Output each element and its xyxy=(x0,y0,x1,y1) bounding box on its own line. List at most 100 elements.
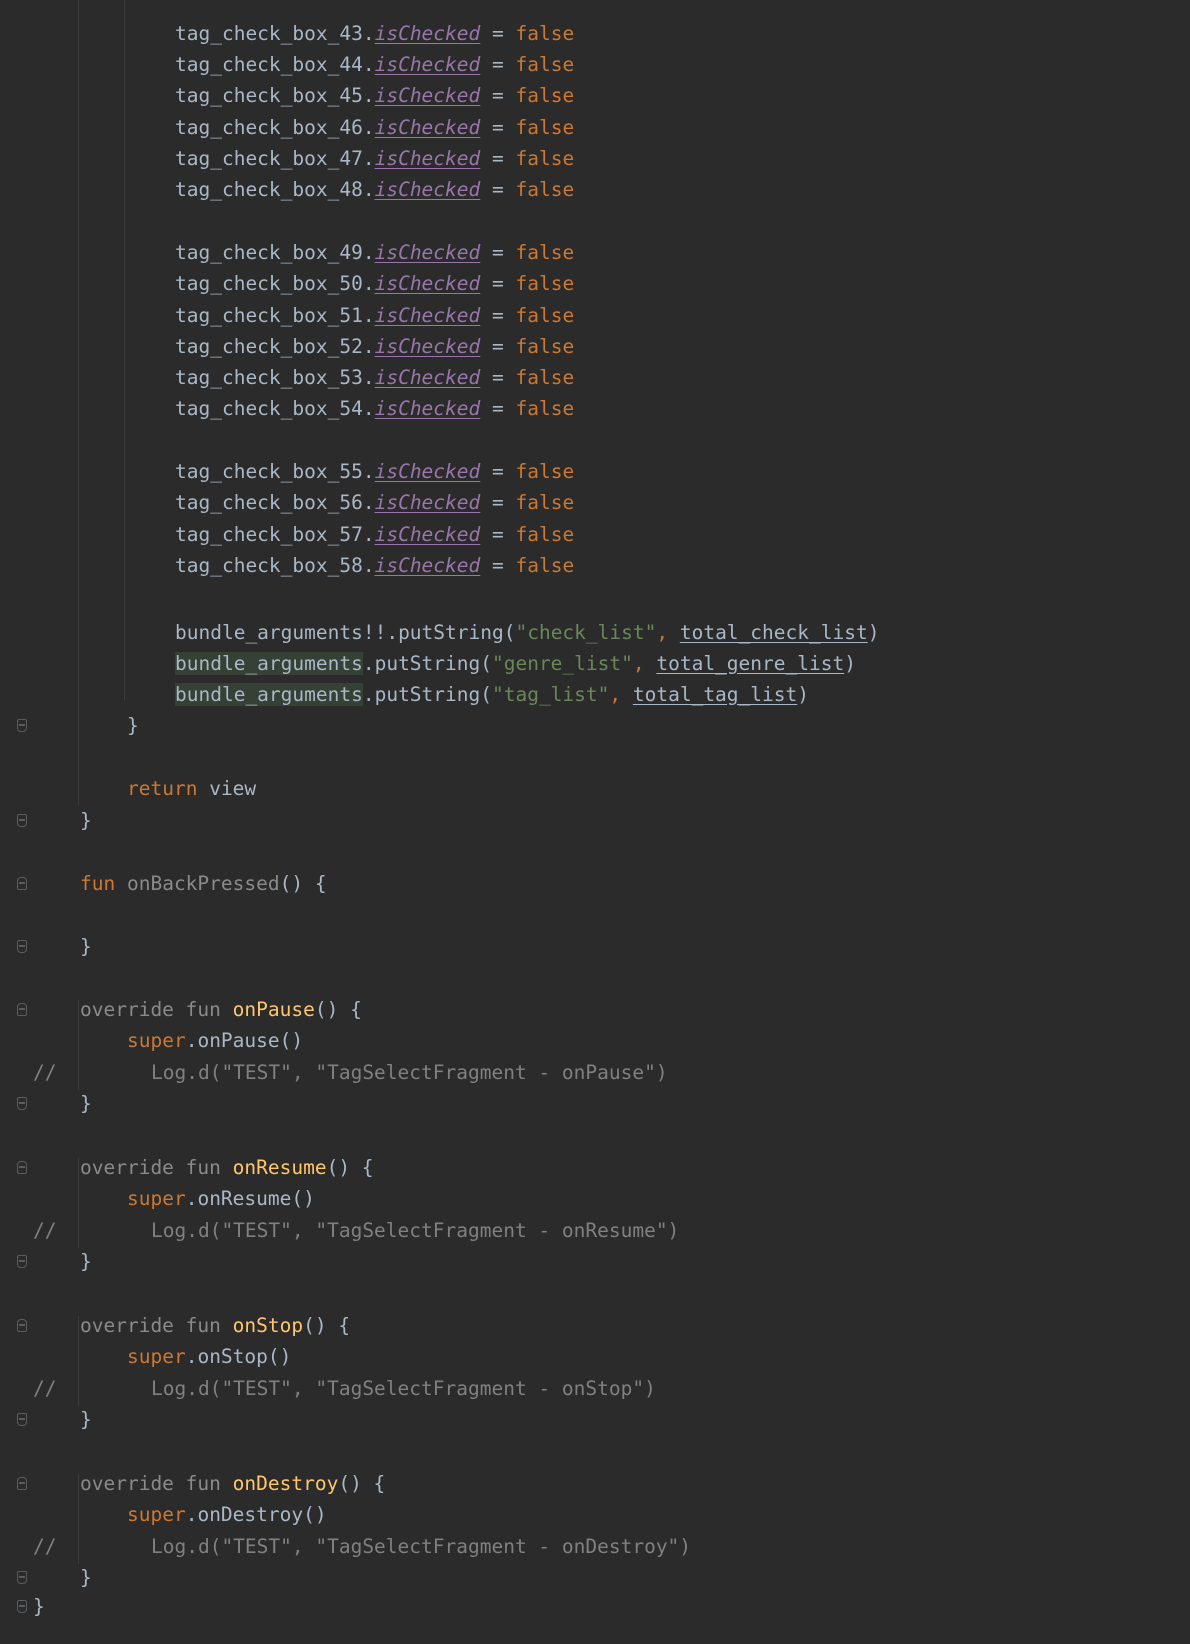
assign-op: = xyxy=(480,397,516,420)
checkbox-object: tag_check_box_51 xyxy=(175,304,363,327)
code-editor[interactable]: tag_check_box_43.isChecked = false tag_ch… xyxy=(0,0,1190,1644)
code-line-bundle-check[interactable]: bundle_arguments!!.putString("check_list… xyxy=(0,617,1190,648)
property-ref: isChecked xyxy=(374,53,481,76)
code-line-override-onpause[interactable]: override fun onPause() { xyxy=(0,994,1190,1025)
string-literal: "genre_list" xyxy=(491,652,633,675)
code-line-checkbox-assign[interactable]: tag_check_box_48.isChecked = false xyxy=(0,174,1190,205)
code-line-checkbox-assign[interactable]: tag_check_box_55.isChecked = false xyxy=(0,456,1190,487)
code-line-super-call[interactable]: super.onStop() xyxy=(0,1341,1190,1372)
code-line-checkbox-assign[interactable]: tag_check_box_47.isChecked = false xyxy=(0,143,1190,174)
bundle-object: bundle_arguments xyxy=(175,683,363,706)
code-line-override-onstop[interactable]: override fun onStop() { xyxy=(0,1310,1190,1341)
comment-text: Log.d("TEST", "TagSelectFragment - onSto… xyxy=(151,1377,656,1400)
code-line-return[interactable]: return view xyxy=(0,773,1190,804)
dot: . xyxy=(362,147,375,170)
assign-op: = xyxy=(480,178,516,201)
code-line-checkbox-assign[interactable]: tag_check_box_53.isChecked = false xyxy=(0,362,1190,393)
dot: . xyxy=(362,22,375,45)
boolean-literal: false xyxy=(515,554,575,577)
close-paren: ) xyxy=(844,652,856,675)
code-line-checkbox-assign[interactable]: tag_check_box_57.isChecked = false xyxy=(0,519,1190,550)
code-line-checkbox-assign[interactable]: tag_check_box_56.isChecked = false xyxy=(0,487,1190,518)
code-line-close-brace[interactable]: } xyxy=(0,1404,1190,1435)
boolean-literal: false xyxy=(515,84,575,107)
assign-op: = xyxy=(480,53,516,76)
boolean-literal: false xyxy=(515,147,575,170)
code-line-commented-log[interactable]: // Log.d("TEST", "TagSelectFragment - onP… xyxy=(0,1057,1190,1088)
boolean-literal: false xyxy=(515,272,575,295)
code-line-checkbox-assign[interactable]: tag_check_box_54.isChecked = false xyxy=(0,393,1190,424)
code-line-super-call[interactable]: super.onPause() xyxy=(0,1025,1190,1056)
keyword-fun: fun xyxy=(80,872,116,895)
assign-op: = xyxy=(480,554,516,577)
code-line-fun-onbackpressed[interactable]: fun onBackPressed() { xyxy=(0,868,1190,899)
code-line-commented-log[interactable]: // Log.d("TEST", "TagSelectFragment - onD… xyxy=(0,1531,1190,1562)
function-name: onStop xyxy=(232,1314,304,1337)
super-method: onPause xyxy=(197,1029,280,1052)
argument-ref: total_genre_list xyxy=(656,652,845,675)
super-method: onDestroy xyxy=(197,1503,304,1526)
code-line-checkbox-assign[interactable]: tag_check_box_49.isChecked = false xyxy=(0,237,1190,268)
code-line-checkbox-assign[interactable]: tag_check_box_51.isChecked = false xyxy=(0,300,1190,331)
parens: () xyxy=(303,1503,327,1526)
checkbox-object: tag_check_box_58 xyxy=(175,554,363,577)
code-line-override-onresume[interactable]: override fun onResume() { xyxy=(0,1152,1190,1183)
checkbox-object: tag_check_box_50 xyxy=(175,272,363,295)
dot: . xyxy=(362,491,375,514)
dot: . xyxy=(362,272,375,295)
assign-op: = xyxy=(480,241,516,264)
code-line-close-brace[interactable]: } xyxy=(0,710,1190,741)
code-line-checkbox-assign[interactable]: tag_check_box_58.isChecked = false xyxy=(0,550,1190,581)
code-line-close-brace[interactable]: } xyxy=(0,1088,1190,1119)
checkbox-object: tag_check_box_52 xyxy=(175,335,363,358)
code-line-super-call[interactable]: super.onResume() xyxy=(0,1183,1190,1214)
code-line-class-close-brace[interactable]: } xyxy=(0,1591,1190,1622)
assign-op: = xyxy=(480,84,516,107)
code-line-checkbox-assign[interactable]: tag_check_box_50.isChecked = false xyxy=(0,268,1190,299)
boolean-literal: false xyxy=(515,304,575,327)
dot: . xyxy=(362,335,375,358)
code-line-checkbox-assign[interactable]: tag_check_box_52.isChecked = false xyxy=(0,331,1190,362)
function-name: onDestroy xyxy=(232,1472,339,1495)
super-method: onStop xyxy=(197,1345,268,1368)
argument-ref: total_check_list xyxy=(679,621,868,644)
checkbox-object: tag_check_box_54 xyxy=(175,397,363,420)
parens: () xyxy=(279,1029,304,1052)
code-line-checkbox-assign[interactable]: tag_check_box_46.isChecked = false xyxy=(0,112,1190,143)
code-line-checkbox-assign[interactable]: tag_check_box_45.isChecked = false xyxy=(0,80,1190,111)
string-literal: "tag_list" xyxy=(491,683,610,706)
code-line-bundle-genre[interactable]: bundle_arguments.putString("genre_list",… xyxy=(0,648,1190,679)
close-paren: ) xyxy=(797,683,809,706)
keyword-override: override xyxy=(80,1314,174,1337)
assign-op: = xyxy=(480,272,516,295)
dot: . xyxy=(185,1345,198,1368)
dot: . xyxy=(362,84,375,107)
code-line-super-call[interactable]: super.onDestroy() xyxy=(0,1499,1190,1530)
string-literal: "check_list" xyxy=(515,621,657,644)
dot: . xyxy=(362,304,375,327)
function-name: onPause xyxy=(232,998,315,1021)
code-line-bundle-tag[interactable]: bundle_arguments.putString("tag_list", t… xyxy=(0,679,1190,710)
assign-op: = xyxy=(480,491,516,514)
dot: . xyxy=(362,366,375,389)
code-line-close-brace[interactable]: } xyxy=(0,805,1190,836)
comment-marker: // xyxy=(33,1219,57,1242)
code-line-close-brace[interactable]: } xyxy=(0,931,1190,962)
checkbox-object: tag_check_box_49 xyxy=(175,241,363,264)
code-line-close-brace[interactable]: } xyxy=(0,1562,1190,1593)
parens: () xyxy=(291,1187,315,1210)
code-line-close-brace[interactable]: } xyxy=(0,1246,1190,1277)
code-line-override-ondestroy[interactable]: override fun onDestroy() { xyxy=(0,1468,1190,1499)
dot: . xyxy=(185,1503,198,1526)
code-line-checkbox-assign[interactable]: tag_check_box_43.isChecked = false xyxy=(0,18,1190,49)
code-line-commented-log[interactable]: // Log.d("TEST", "TagSelectFragment - onR… xyxy=(0,1215,1190,1246)
checkbox-object: tag_check_box_57 xyxy=(175,523,363,546)
property-ref: isChecked xyxy=(374,147,481,170)
code-line-commented-log[interactable]: // Log.d("TEST", "TagSelectFragment - onS… xyxy=(0,1373,1190,1404)
code-line-checkbox-assign[interactable]: tag_check_box_44.isChecked = false xyxy=(0,49,1190,80)
return-value: view xyxy=(209,777,257,800)
property-ref: isChecked xyxy=(374,491,481,514)
dot: . xyxy=(362,523,375,546)
checkbox-object: tag_check_box_45 xyxy=(175,84,363,107)
assign-op: = xyxy=(480,116,516,139)
